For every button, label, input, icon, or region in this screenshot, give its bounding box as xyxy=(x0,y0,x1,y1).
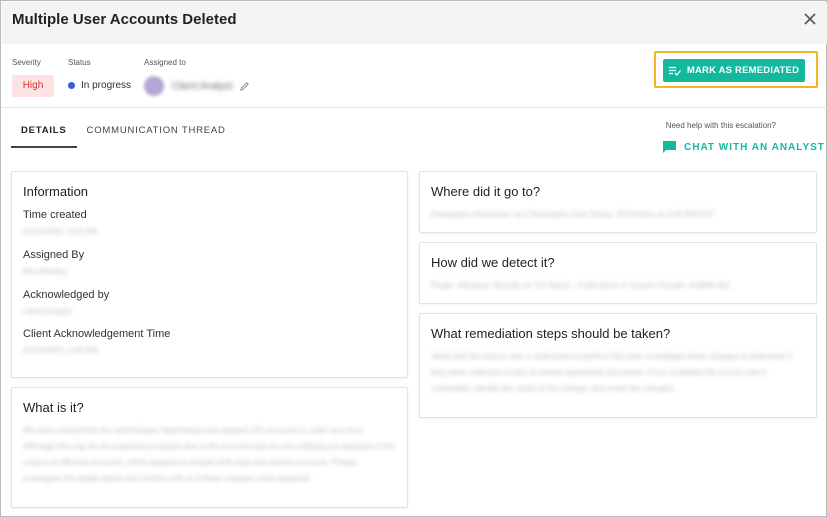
assigned-label: Assigned to xyxy=(144,58,186,67)
how-detected-card: How did we detect it? Plugin: Windows Se… xyxy=(419,242,817,304)
checklist-icon xyxy=(668,66,681,76)
what-is-it-title: What is it? xyxy=(23,400,84,415)
status-value: In progress xyxy=(68,80,131,91)
time-created-label: Time created xyxy=(23,209,87,221)
escalation-dialog: Multiple User Accounts Deleted Severity … xyxy=(0,0,827,517)
assignee: Client Analyst xyxy=(144,75,250,97)
help-text: Need help with this escalation? xyxy=(665,121,776,130)
where-did-it-go-title: Where did it go to? xyxy=(431,184,541,199)
tab-bar: DETAILS COMMUNICATION THREAD xyxy=(11,117,236,148)
chat-with-analyst-button[interactable]: CHAT WITH AN ANALYST xyxy=(662,140,825,154)
remediation-steps-card: What remediation steps should be taken? … xyxy=(419,313,817,418)
information-card: Information Time created 01/15/2022, 3:5… xyxy=(11,171,408,378)
dialog-header: Multiple User Accounts Deleted xyxy=(2,2,827,44)
assigned-by-value: Ben Markley xyxy=(23,267,68,276)
how-detected-body: Plugin: Windows Security (4,712 items) -… xyxy=(431,281,731,290)
tab-communication-thread[interactable]: COMMUNICATION THREAD xyxy=(77,117,236,148)
status-text: In progress xyxy=(81,80,132,91)
time-created-value: 01/15/2022, 3:52 AM xyxy=(23,227,97,236)
assigned-by-label: Assigned By xyxy=(23,249,85,261)
remediate-highlight: MARK AS REMEDIATED xyxy=(654,51,818,88)
severity-badge: High xyxy=(12,75,54,97)
client-ack-time-value: 01/20/2022, 3:40 PM xyxy=(23,346,98,355)
what-is-it-card: What is it? We have noticed that the adm… xyxy=(11,387,408,508)
dialog-title: Multiple User Accounts Deleted xyxy=(12,11,237,28)
status-dot xyxy=(68,82,75,89)
tab-details[interactable]: DETAILS xyxy=(11,117,77,148)
mark-as-remediated-button[interactable]: MARK AS REMEDIATED xyxy=(663,59,805,82)
chat-with-analyst-label: CHAT WITH AN ANALYST xyxy=(684,141,825,153)
acknowledged-by-label: Acknowledged by xyxy=(23,289,110,301)
chat-bubble-icon xyxy=(663,141,676,153)
information-title: Information xyxy=(23,184,89,199)
severity-label: Severity xyxy=(12,58,41,67)
where-did-it-go-card: Where did it go to? Destination Hostname… xyxy=(419,171,817,233)
pencil-icon[interactable] xyxy=(239,81,250,92)
remediation-steps-title: What remediation steps should be taken? xyxy=(431,326,671,341)
remediation-steps-body: Verify that the source user is authorize… xyxy=(431,352,793,393)
avatar xyxy=(144,76,164,96)
status-label: Status xyxy=(68,58,91,67)
where-did-it-go-body: Destination Hostname: dc2 Destination Us… xyxy=(431,210,715,219)
close-icon[interactable] xyxy=(803,12,817,26)
acknowledged-by-value: Client Analyst xyxy=(23,307,72,316)
mark-as-remediated-label: MARK AS REMEDIATED xyxy=(686,65,800,76)
escalation-meta: Severity High Status In progress Assigne… xyxy=(2,44,827,108)
what-is-it-body: We have noticed that the administrator l… xyxy=(23,426,395,483)
client-ack-time-label: Client Acknowledgement Time xyxy=(23,328,171,340)
how-detected-title: How did we detect it? xyxy=(431,255,555,270)
assignee-name: Client Analyst xyxy=(172,80,233,92)
